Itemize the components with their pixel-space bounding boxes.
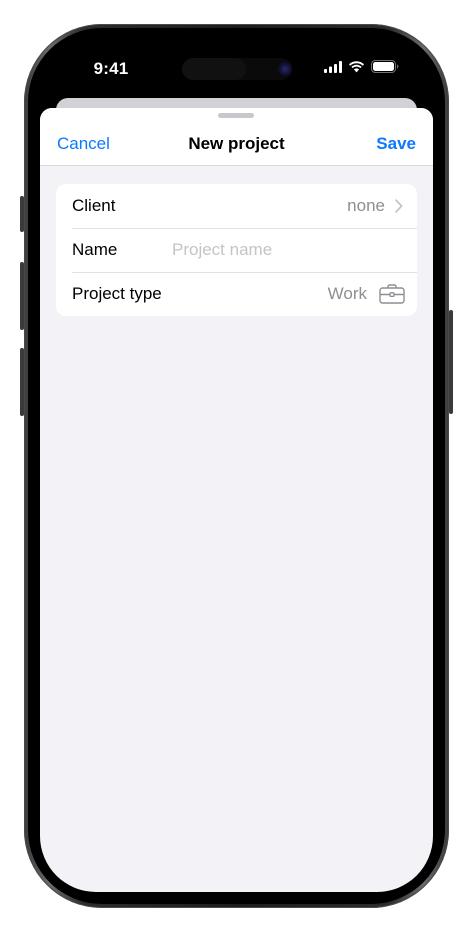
- sheet-grabber[interactable]: [218, 113, 254, 118]
- client-label: Client: [72, 196, 116, 215]
- project-type-value: Work: [327, 284, 367, 303]
- front-camera: [278, 62, 292, 76]
- volume-down-button: [20, 348, 24, 416]
- island-sensor: [182, 58, 246, 80]
- dynamic-island: [182, 58, 292, 80]
- project-form: Client none Name Project type Work: [56, 184, 417, 316]
- cancel-button[interactable]: Cancel: [57, 134, 110, 154]
- name-label: Name: [72, 240, 118, 259]
- project-name-input[interactable]: [172, 228, 405, 272]
- status-time: 9:41: [93, 59, 129, 78]
- volume-up-button: [20, 262, 24, 330]
- client-row[interactable]: Client none: [56, 184, 417, 228]
- status-icons: [324, 60, 399, 78]
- save-button[interactable]: Save: [376, 134, 416, 154]
- project-type-label: Project type: [72, 284, 162, 303]
- client-value: none: [347, 196, 385, 215]
- battery-icon: [371, 60, 399, 78]
- action-button: [20, 196, 24, 232]
- power-button: [449, 310, 453, 414]
- cellular-signal-icon: [324, 60, 342, 78]
- chevron-right-icon: [395, 198, 405, 214]
- new-project-sheet: New project Cancel Save Client none Name…: [40, 108, 433, 892]
- sheet-nav-bar: New project Cancel Save: [40, 108, 433, 166]
- briefcase-icon: [379, 283, 405, 305]
- name-row: Name: [56, 228, 417, 272]
- wifi-icon: [348, 60, 365, 78]
- screen: 9:41 New project Cancel Save Client none…: [40, 40, 433, 892]
- project-type-row[interactable]: Project type Work: [56, 272, 417, 316]
- status-bar: 9:41: [40, 40, 433, 94]
